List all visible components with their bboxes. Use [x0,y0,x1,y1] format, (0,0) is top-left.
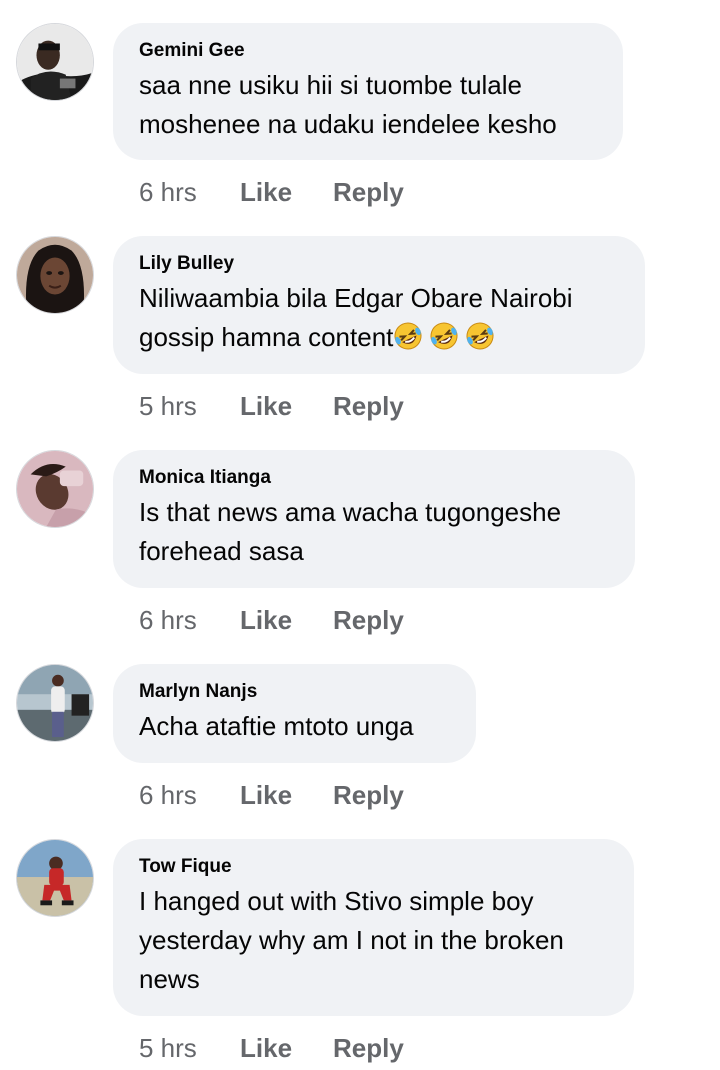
like-button[interactable]: Like [240,780,333,810]
reply-button[interactable]: Reply [333,177,404,207]
comment-actions: 5 hrs Like Reply [139,391,404,421]
comment-text: I hanged out with Stivo simple boy yester… [139,882,608,999]
comment-timestamp[interactable]: 5 hrs [139,1033,240,1063]
comment-author[interactable]: Tow Fique [139,856,608,878]
avatar[interactable] [16,664,94,742]
reply-button[interactable]: Reply [333,391,404,421]
comment-text-line: Is that news ama wacha tugongeshe [139,497,562,527]
rolling-on-floor-laughing-icon [393,321,423,351]
reply-button[interactable]: Reply [333,1033,404,1063]
reply-button[interactable]: Reply [333,605,404,635]
comment-bubble: Gemini Gee saa nne usiku hii si tuombe t… [113,23,623,160]
comment-bubble: Lily Bulley Niliwaambia bila Edgar Obare… [113,236,645,374]
comment-timestamp[interactable]: 5 hrs [139,391,240,421]
avatar[interactable] [16,236,94,314]
like-button[interactable]: Like [240,177,333,207]
rolling-on-floor-laughing-icon [429,321,459,351]
comment-text-line: I hanged out with Stivo simple boy [139,886,534,916]
comment-actions: 6 hrs Like Reply [139,177,404,207]
comment-text: saa nne usiku hii si tuombe tulale moshen… [139,66,597,144]
comment-bubble: Monica Itianga Is that news ama wacha tu… [113,450,635,588]
comment-actions: 6 hrs Like Reply [139,605,404,635]
comment-timestamp[interactable]: 6 hrs [139,605,240,635]
comment-actions: 6 hrs Like Reply [139,780,404,810]
comment-text: Niliwaambia bila Edgar Obare Nairobi goss… [139,279,619,357]
comment-bubble: Marlyn Nanjs Acha ataftie mtoto unga [113,664,476,763]
comment-text: Is that news ama wacha tugongeshe forehea… [139,493,609,571]
reply-button[interactable]: Reply [333,780,404,810]
comment-text-line: Niliwaambia bila Edgar Obare Nairobi [139,283,573,313]
comment-actions: 5 hrs Like Reply [139,1033,404,1063]
avatar[interactable] [16,839,94,917]
comment-text-line: saa nne usiku hii si tuombe tulale [139,70,523,100]
comment-author[interactable]: Monica Itianga [139,467,609,489]
rolling-on-floor-laughing-icon [465,321,495,351]
avatar[interactable] [16,23,94,101]
comment-text-line: news [139,964,200,994]
comment-text-line: forehead sasa [139,536,304,566]
comment-text-line: moshenee na udaku iendelee kesho [139,109,557,139]
comment-author[interactable]: Gemini Gee [139,40,597,62]
comment-timestamp[interactable]: 6 hrs [139,780,240,810]
comment-author[interactable]: Lily Bulley [139,253,619,275]
comment-text-line: Acha ataftie mtoto unga [139,711,414,741]
comment-timestamp[interactable]: 6 hrs [139,177,240,207]
like-button[interactable]: Like [240,605,333,635]
comment-author[interactable]: Marlyn Nanjs [139,681,450,703]
comment-text-line: gossip hamna content [139,322,394,352]
like-button[interactable]: Like [240,1033,333,1063]
comment-text: Acha ataftie mtoto unga [139,707,450,746]
avatar[interactable] [16,450,94,528]
like-button[interactable]: Like [240,391,333,421]
comment-bubble: Tow Fique I hanged out with Stivo simple… [113,839,634,1016]
comment-text-line: yesterday why am I not in the broken [139,925,564,955]
